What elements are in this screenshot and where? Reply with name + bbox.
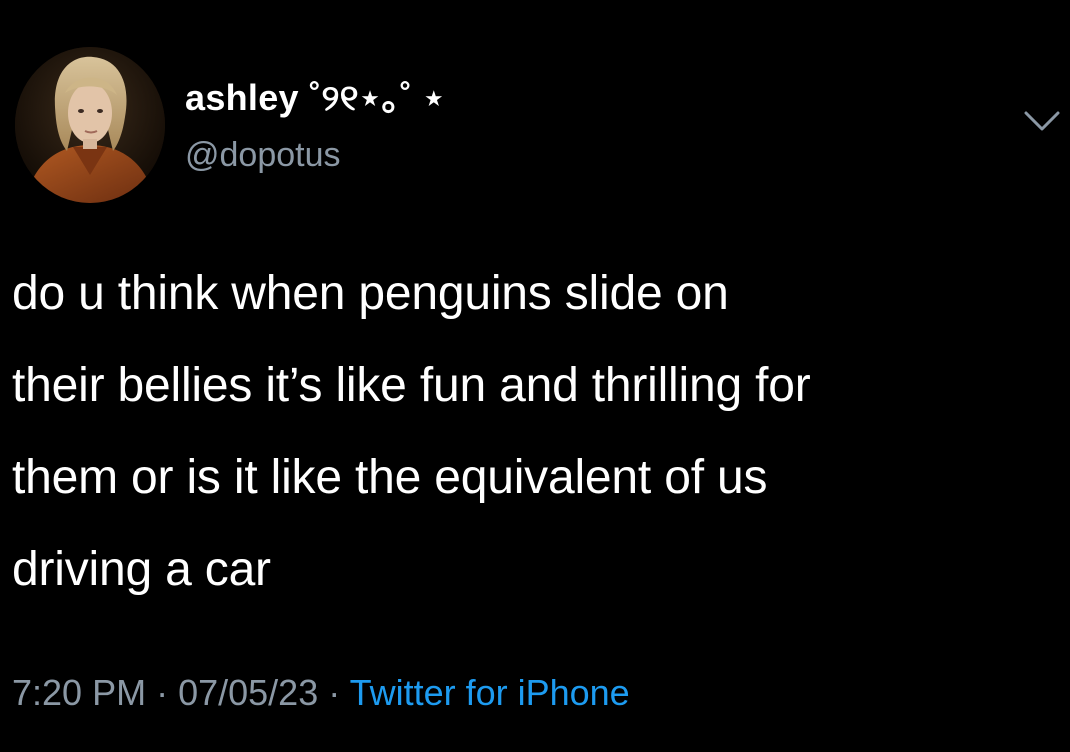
tweet-metadata: 7:20 PM · 07/05/23 · Twitter for iPhone <box>12 668 630 718</box>
avatar[interactable] <box>15 47 165 203</box>
meta-separator: · <box>146 672 179 713</box>
meta-separator: · <box>318 672 350 713</box>
tweet-source-link[interactable]: Twitter for iPhone <box>350 672 630 713</box>
display-name[interactable]: ashley ˚୨୧⋆｡˚ ⋆ <box>185 78 445 118</box>
tweet-text: do u think when penguins slide on their … <box>12 267 811 596</box>
chevron-down-icon[interactable] <box>1022 107 1062 137</box>
tweet-time[interactable]: 7:20 PM <box>12 672 146 713</box>
tweet-date[interactable]: 07/05/23 <box>178 672 318 713</box>
avatar-image <box>15 47 165 203</box>
user-handle[interactable]: @dopotus <box>185 135 341 175</box>
tweet: ashley ˚୨୧⋆｡˚ ⋆ @dopotus do u think when… <box>0 0 1070 752</box>
